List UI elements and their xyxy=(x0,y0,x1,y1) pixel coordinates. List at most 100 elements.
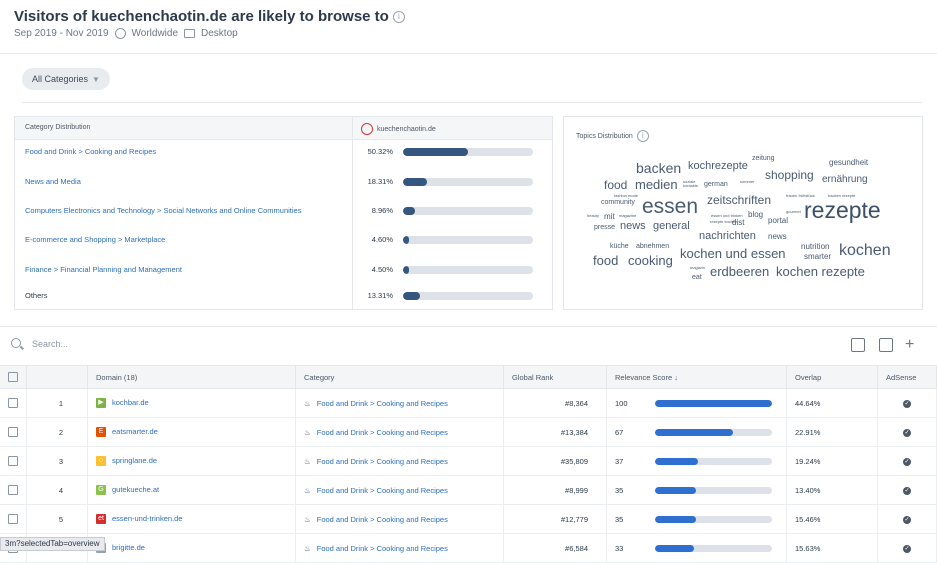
relevance-bar xyxy=(655,400,772,408)
category-row: Computers Electronics and Technology > S… xyxy=(15,202,552,222)
category-distribution-card: Category Distribution kuechenchaotin.de … xyxy=(14,116,553,310)
adsense-cell: ✓ xyxy=(877,388,937,418)
topic-word: soziale kontakte xyxy=(683,179,699,188)
table-row[interactable]: 3 ○ springlane.de ♨ Food and Drink > Cooking… xyxy=(0,446,937,476)
topic-word: rezepte kochen xyxy=(710,219,738,224)
topic-word: frauen frühstück xyxy=(786,193,815,198)
topic-word: general xyxy=(653,220,690,232)
category-link[interactable]: Food and Drink > Cooking and Recipes xyxy=(317,399,448,408)
row-checkbox[interactable] xyxy=(8,427,18,437)
row-checkbox[interactable] xyxy=(8,398,18,408)
table-row[interactable]: 6brigitte.de♨Food and Drink > Cooking an… xyxy=(0,533,937,563)
topic-word: kochen und essen xyxy=(680,246,786,261)
topic-word: magazine xyxy=(619,213,637,218)
category-link[interactable]: Food and Drink > Cooking and Recipes xyxy=(317,457,448,466)
info-icon[interactable]: i xyxy=(636,130,649,142)
overlap-cell: 13.40% xyxy=(786,475,878,505)
row-checkbox[interactable] xyxy=(8,456,18,466)
page-title: Visitors of kuechenchaotin.de are likely… xyxy=(14,8,389,25)
row-index: 3 xyxy=(26,446,88,476)
category-link[interactable]: Food and Drink > Cooking and Recipes xyxy=(317,428,448,437)
topic-word: nutrition xyxy=(801,242,830,251)
domain-link[interactable]: kochbar.de xyxy=(112,398,149,407)
row-checkbox[interactable] xyxy=(8,514,18,524)
add-icon[interactable]: + xyxy=(905,337,919,353)
topic-word: zeitung xyxy=(752,155,775,162)
global-rank-header[interactable]: Global Rank xyxy=(503,365,607,389)
topics-distribution-card: Topics Distribution i backen kochrezepte… xyxy=(563,116,923,310)
topic-word: kochen xyxy=(839,242,891,259)
relevance-bar-fill xyxy=(655,458,699,466)
topic-word: backen rezepte xyxy=(828,193,856,198)
row-select-cell xyxy=(0,446,27,476)
search-input[interactable] xyxy=(30,338,234,350)
topic-word: blog xyxy=(748,210,764,219)
chevron-down-icon: ▼ xyxy=(92,75,100,84)
device-label: Desktop xyxy=(201,28,238,39)
info-icon[interactable]: i xyxy=(392,10,405,23)
topic-word: kochen rezepte xyxy=(776,264,865,279)
category-link[interactable]: Computers Electronics and Technology > S… xyxy=(25,206,301,215)
relevance-bar xyxy=(655,429,772,437)
category-bar xyxy=(403,178,533,186)
category-header[interactable]: Category xyxy=(295,365,504,389)
category-bar xyxy=(403,292,533,300)
table-settings-icon[interactable] xyxy=(879,338,893,352)
topic-word: medien xyxy=(635,177,678,192)
domain-favicon-icon: ▶ xyxy=(96,398,106,408)
relevance-score: 67 xyxy=(615,427,624,437)
table-row[interactable]: 2 Eeatsmarter.de ♨ Food and Drink > Cooking… xyxy=(0,417,937,447)
relevance-cell: 33 xyxy=(606,533,787,563)
date-range: Sep 2019 - Nov 2019 xyxy=(14,28,109,39)
category-pct: 8.96% xyxy=(371,206,393,215)
adsense-cell: ✓ xyxy=(877,417,937,447)
category-link[interactable]: Food and Drink > Cooking and Recipes xyxy=(25,147,156,156)
select-all-checkbox[interactable] xyxy=(8,372,18,382)
topic-word: presse xyxy=(594,224,616,231)
topic-word: gourmet xyxy=(786,209,801,214)
adsense-cell: ✓ xyxy=(877,533,937,563)
category-link[interactable]: Food and Drink > Cooking and Recipes xyxy=(317,515,448,524)
domain-link[interactable]: eatsmarter.de xyxy=(112,427,158,436)
page-subtitle: Sep 2019 - Nov 2019 Worldwide Desktop xyxy=(14,28,405,39)
table-row[interactable]: 4 Ggutekueche.at ♨ Food and Drink > Cooking… xyxy=(0,475,937,505)
excel-export-icon[interactable] xyxy=(851,338,865,352)
category-bar-fill xyxy=(403,292,421,300)
row-select-cell xyxy=(0,504,27,534)
domain-link[interactable]: gutekueche.at xyxy=(112,485,159,494)
topic-word: food xyxy=(604,178,628,192)
category-link[interactable]: Food and Drink > Cooking and Recipes xyxy=(317,544,448,553)
adsense-cell: ✓ xyxy=(877,446,937,476)
table-row[interactable]: 5 et essen-und-trinken.de ♨ Food and Drink >… xyxy=(0,504,937,534)
relevance-bar xyxy=(655,458,772,466)
divider xyxy=(22,102,922,103)
domain-favicon-icon: E xyxy=(96,427,106,437)
row-index: 5 xyxy=(26,504,88,534)
domain-cell: ▶ kochbar.de xyxy=(87,388,296,418)
domain-link[interactable]: springlane.de xyxy=(112,456,157,465)
row-checkbox[interactable] xyxy=(8,485,18,495)
fork-knife-icon: ♨ xyxy=(304,485,311,495)
index-header xyxy=(26,365,88,389)
domain-header[interactable]: Domain (18) xyxy=(87,365,296,389)
check-circle-icon: ✓ xyxy=(903,545,911,553)
category-link[interactable]: News and Media xyxy=(25,177,81,186)
overlap-header[interactable]: Overlap xyxy=(786,365,878,389)
topic-word: rezepte xyxy=(804,197,881,223)
category-link[interactable]: Finance > Financial Planning and Managem… xyxy=(25,265,182,274)
relevance-score-header[interactable]: Relevance Score ↓ xyxy=(606,365,787,389)
domains-table: Domain (18) Category Global Rank Relevan… xyxy=(0,365,937,563)
domain-link[interactable]: brigitte.de xyxy=(112,543,145,552)
all-categories-dropdown[interactable]: All Categories ▼ xyxy=(22,68,110,90)
category-bar xyxy=(403,236,533,244)
category-link[interactable]: Food and Drink > Cooking and Recipes xyxy=(317,486,448,495)
adsense-header[interactable]: AdSense xyxy=(877,365,937,389)
category-link[interactable]: E-commerce and Shopping > Marketplace xyxy=(25,235,165,244)
domain-link[interactable]: essen-und-trinken.de xyxy=(112,514,182,523)
topic-word: abnehmen xyxy=(636,243,670,250)
category-bar-fill xyxy=(403,236,409,244)
table-row[interactable]: 1 ▶ kochbar.de ♨ Food and Drink > Cooking an… xyxy=(0,388,937,418)
topics-title: Topics Distribution xyxy=(576,132,633,140)
relevance-bar-fill xyxy=(655,487,696,495)
global-rank-cell: #13,384 xyxy=(503,417,607,447)
